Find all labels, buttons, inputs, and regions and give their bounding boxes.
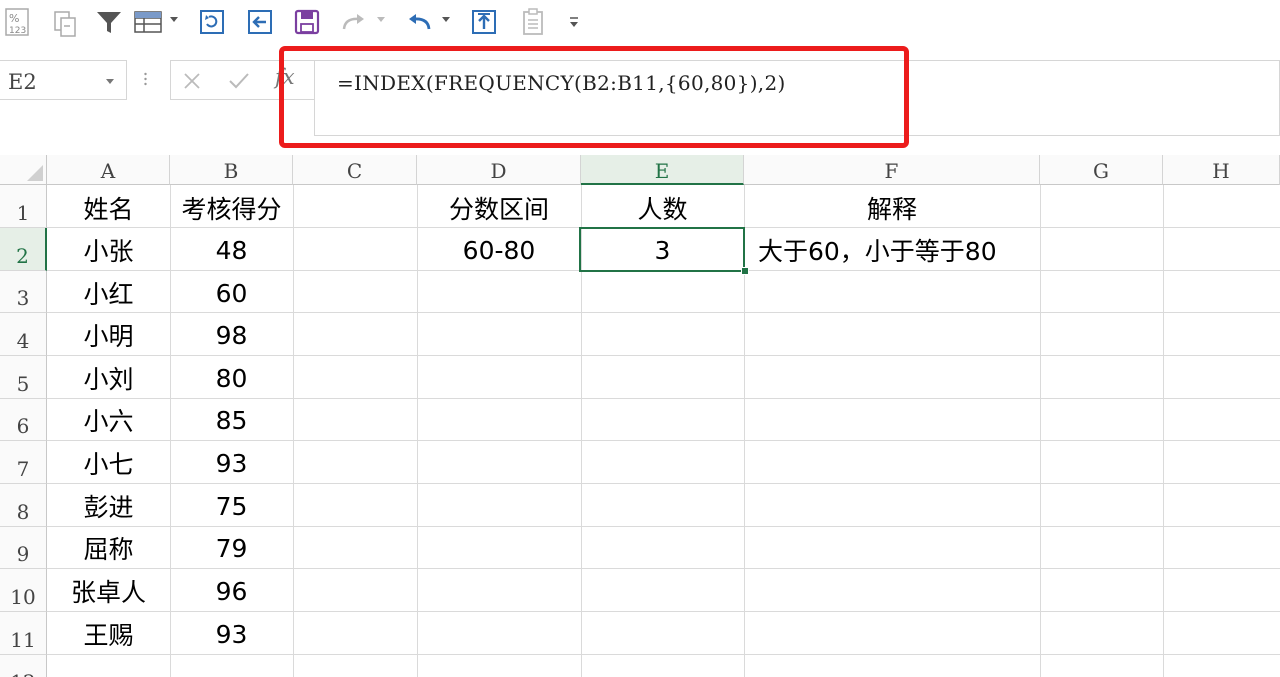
redo-icon[interactable]	[338, 6, 370, 38]
row-header-3[interactable]: 3	[0, 271, 47, 313]
row-header-9[interactable]: 9	[0, 527, 47, 569]
row-header-12[interactable]: 12	[0, 655, 47, 677]
svg-text:123: 123	[9, 26, 26, 36]
cell-b6[interactable]: 85	[170, 399, 293, 441]
undo-dropdown-icon[interactable]	[442, 17, 450, 22]
cell-a1[interactable]: 姓名	[47, 187, 170, 229]
table-style-dropdown-icon[interactable]	[170, 17, 178, 22]
row-header-2[interactable]: 2	[0, 228, 47, 271]
grid-line	[1163, 185, 1164, 677]
cell-b4[interactable]: 98	[170, 314, 293, 356]
formula-bar: E2 fx =INDEX(FREQUENCY(B2:B11,{60,80}),2…	[0, 58, 1280, 138]
spreadsheet-grid: A B C D E F G H 1 2 3 4 5 6 7 8 9 10 11 …	[0, 155, 1280, 677]
column-header-c[interactable]: C	[293, 155, 417, 185]
clipboard-icon[interactable]	[518, 6, 548, 38]
refresh-icon[interactable]	[196, 6, 228, 38]
formula-input[interactable]: =INDEX(FREQUENCY(B2:B11,{60,80}),2)	[314, 60, 1280, 136]
row-header-11[interactable]: 11	[0, 612, 47, 655]
cancel-icon[interactable]	[181, 70, 203, 92]
cell-f2[interactable]: 大于60，小于等于80	[744, 229, 1040, 271]
row-header-1[interactable]: 1	[0, 185, 47, 228]
cell-a6[interactable]: 小六	[47, 399, 170, 441]
cell-d2[interactable]: 60-80	[417, 229, 581, 271]
cell-b11[interactable]: 93	[170, 613, 293, 655]
column-header-g[interactable]: G	[1040, 155, 1163, 185]
row-header-6[interactable]: 6	[0, 399, 47, 441]
name-box[interactable]: E2	[0, 60, 127, 100]
save-icon[interactable]	[292, 6, 322, 38]
cell-a3[interactable]: 小红	[47, 272, 170, 314]
formula-text: =INDEX(FREQUENCY(B2:B11,{60,80}),2)	[337, 71, 786, 95]
cell-f1[interactable]: 解释	[744, 187, 1040, 229]
column-header-d[interactable]: D	[417, 155, 581, 185]
column-header-b[interactable]: B	[170, 155, 293, 185]
column-header-e[interactable]: E	[581, 155, 744, 185]
table-style-icon[interactable]	[132, 6, 164, 38]
cell-a9[interactable]: 屈称	[47, 527, 170, 569]
back-arrow-icon[interactable]	[244, 6, 276, 38]
column-header-h[interactable]: H	[1163, 155, 1280, 185]
cell-b9[interactable]: 79	[170, 527, 293, 569]
cell-a2[interactable]: 小张	[47, 229, 170, 271]
cell-a11[interactable]: 王赐	[47, 613, 170, 655]
more-icon[interactable]	[564, 6, 584, 38]
cell-a7[interactable]: 小七	[47, 442, 170, 484]
percent-format-icon[interactable]: % 123	[2, 6, 32, 38]
row-header-4[interactable]: 4	[0, 313, 47, 356]
grid-line	[1040, 185, 1041, 677]
column-header-f[interactable]: F	[744, 155, 1040, 185]
cell-e1[interactable]: 人数	[581, 187, 744, 229]
confirm-icon[interactable]	[227, 70, 251, 92]
insert-function-icon[interactable]: fx	[275, 65, 295, 89]
cell-a8[interactable]: 彭进	[47, 485, 170, 527]
cell-d1[interactable]: 分数区间	[417, 187, 581, 229]
copy-format-icon[interactable]	[50, 6, 80, 38]
cell-b7[interactable]: 93	[170, 442, 293, 484]
quick-access-toolbar: % 123	[0, 0, 1280, 46]
row-header-7[interactable]: 7	[0, 441, 47, 484]
undo-icon[interactable]	[402, 6, 436, 38]
separator-dots-icon	[144, 72, 147, 86]
row-header-8[interactable]: 8	[0, 484, 47, 527]
name-box-value: E2	[8, 70, 37, 94]
svg-text:%: %	[9, 12, 19, 25]
cell-a4[interactable]: 小明	[47, 314, 170, 356]
fill-handle[interactable]	[741, 267, 749, 275]
cell-b5[interactable]: 80	[170, 357, 293, 399]
redo-dropdown-icon[interactable]	[377, 17, 385, 22]
cell-a10[interactable]: 张卓人	[47, 570, 170, 612]
cell-b1[interactable]: 考核得分	[170, 187, 293, 229]
cell-b10[interactable]: 96	[170, 570, 293, 612]
name-box-dropdown-icon[interactable]	[106, 79, 114, 84]
cell-b8[interactable]: 75	[170, 485, 293, 527]
upload-icon[interactable]	[468, 6, 500, 38]
row-header-10[interactable]: 10	[0, 569, 47, 612]
cell-b2[interactable]: 48	[170, 229, 293, 271]
grid-line	[293, 185, 294, 677]
cell-a5[interactable]: 小刘	[47, 357, 170, 399]
filter-icon[interactable]	[94, 6, 124, 38]
column-header-a[interactable]: A	[47, 155, 170, 185]
cell-e2[interactable]: 3	[581, 229, 744, 271]
cell-b3[interactable]: 60	[170, 272, 293, 314]
formula-actions: fx	[170, 60, 315, 100]
row-header-5[interactable]: 5	[0, 356, 47, 399]
select-all-corner[interactable]	[0, 155, 47, 185]
